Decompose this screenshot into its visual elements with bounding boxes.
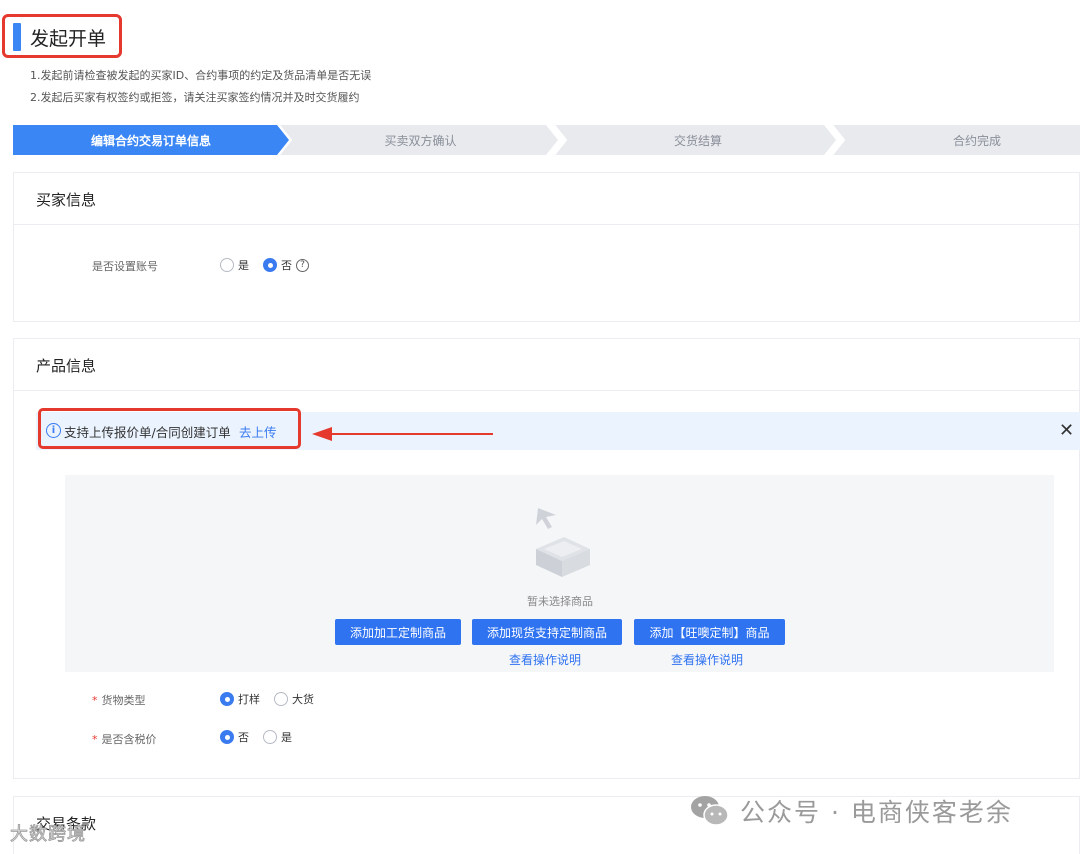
wechat-watermark: 公众号 · 电商侠客老余 xyxy=(690,793,1013,829)
help-link-2[interactable]: 查看操作说明 xyxy=(671,651,743,668)
product-info-title: 产品信息 xyxy=(36,357,97,375)
corner-watermark: 大数跨境 xyxy=(10,824,86,846)
info-circle-icon: i xyxy=(46,423,61,438)
help-link-1[interactable]: 查看操作说明 xyxy=(509,651,581,668)
radio-dot xyxy=(220,692,234,706)
radio-account-no[interactable]: 否 ? xyxy=(263,257,309,273)
radio-label: 是 xyxy=(281,731,292,744)
radio-label: 打样 xyxy=(238,693,260,706)
step-2: 买卖双方确认 xyxy=(384,133,457,148)
radio-label: 否 xyxy=(281,259,292,272)
radio-goods-bulk[interactable]: 大货 xyxy=(274,691,314,707)
radio-goods-sample[interactable]: 打样 xyxy=(220,691,260,707)
empty-box-icon xyxy=(536,508,590,577)
card-header: 买家信息 xyxy=(14,173,1079,225)
radio-label: 大货 xyxy=(292,693,314,706)
card-header: 产品信息 xyxy=(14,339,1079,391)
goods-type-label: * 货物类型 xyxy=(92,694,146,707)
add-custom-product-button[interactable]: 添加【旺噢定制】商品 xyxy=(634,619,785,645)
banner-text: 支持上传报价单/合同创建订单 xyxy=(64,425,231,440)
radio-label: 是 xyxy=(238,259,249,272)
add-processing-product-button[interactable]: 添加加工定制商品 xyxy=(335,619,461,645)
note-line-2: 2.发起后买家有权签约或拒签，请关注买家签约情况并及时交货履约 xyxy=(30,91,360,104)
buyer-info-title: 买家信息 xyxy=(36,191,97,209)
radio-tax-yes[interactable]: 是 xyxy=(263,729,292,745)
watermark-text: 公众号 · 电商侠客老余 xyxy=(740,798,1013,827)
question-circle-icon[interactable]: ? xyxy=(296,258,309,272)
radio-tax-no[interactable]: 否 xyxy=(220,729,249,745)
radio-dot xyxy=(220,730,234,744)
radio-account-yes[interactable]: 是 xyxy=(220,257,249,273)
radio-dot xyxy=(274,692,288,706)
radio-label: 否 xyxy=(238,731,249,744)
upload-link[interactable]: 去上传 xyxy=(239,422,277,441)
radio-dot xyxy=(220,258,234,272)
page-title: 发起开单 xyxy=(30,28,107,50)
add-stock-product-button[interactable]: 添加现货支持定制商品 xyxy=(472,619,622,645)
account-label: 是否设置账号 xyxy=(92,260,158,273)
step-3: 交货结算 xyxy=(673,133,722,148)
wechat-icon xyxy=(691,796,729,826)
step-progress: 编辑合约交易订单信息 买卖双方确认 交货结算 合约完成 xyxy=(13,125,1080,155)
tax-label: * 是否含税价 xyxy=(92,733,157,746)
buyer-info-card: 买家信息 xyxy=(13,172,1080,322)
empty-text: 暂未选择商品 xyxy=(527,595,593,608)
radio-dot xyxy=(263,730,277,744)
step-4: 合约完成 xyxy=(952,133,1001,148)
red-arrow-icon xyxy=(312,427,493,441)
title-accent-bar xyxy=(13,23,21,51)
step-1: 编辑合约交易订单信息 xyxy=(90,133,211,148)
close-icon[interactable]: ✕ xyxy=(1059,422,1074,440)
radio-dot xyxy=(263,258,277,272)
page: 发起开单 1.发起前请检查被发起的买家ID、合约事项的约定及货品清单是否无误 2… xyxy=(0,0,1080,854)
note-line-1: 1.发起前请检查被发起的买家ID、合约事项的约定及货品清单是否无误 xyxy=(30,69,372,82)
